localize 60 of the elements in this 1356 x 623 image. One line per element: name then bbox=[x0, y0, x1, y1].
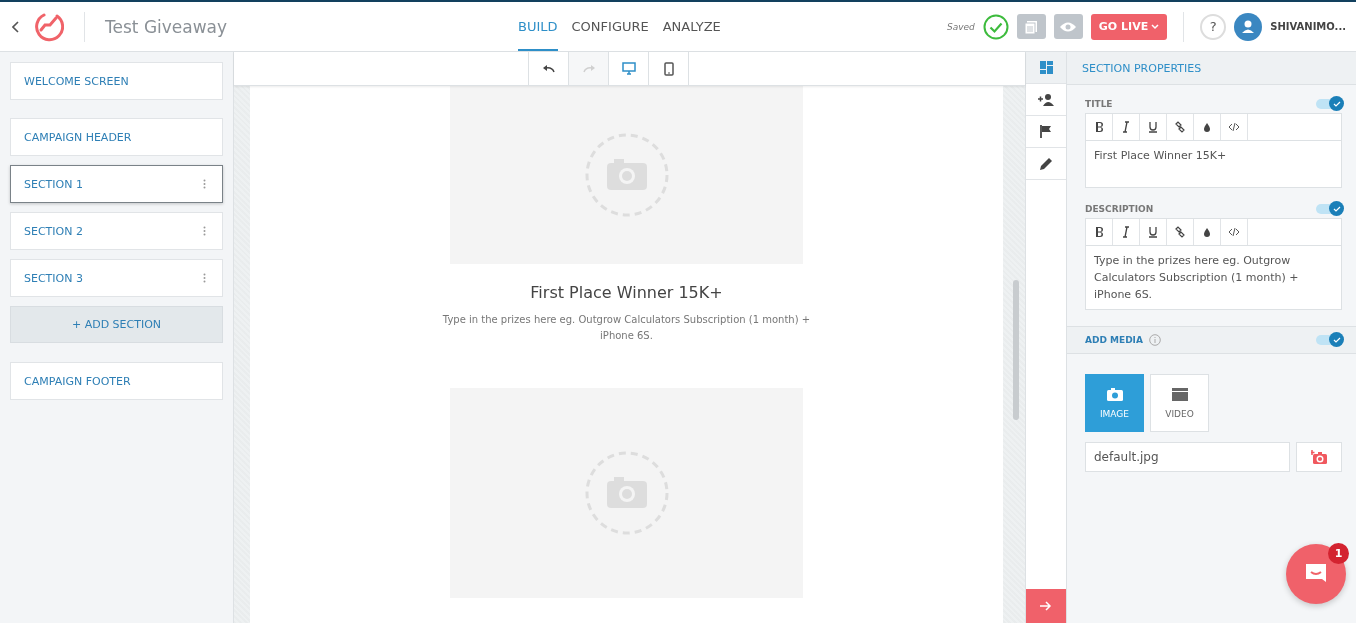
camera-icon bbox=[1106, 387, 1123, 401]
prize-title: First Place Winner 15K+ bbox=[530, 283, 723, 302]
eye-icon bbox=[1060, 21, 1077, 32]
sidebar-item[interactable]: CAMPAIGN FOOTER bbox=[10, 362, 223, 400]
arrow-icon bbox=[1040, 601, 1052, 611]
check-icon bbox=[982, 13, 1009, 40]
go-live-button[interactable]: GO LIVE bbox=[1090, 13, 1168, 40]
pages-icon bbox=[1024, 19, 1039, 34]
panel-heading: SECTION PROPERTIES bbox=[1067, 52, 1356, 85]
help-button[interactable]: ? bbox=[1200, 13, 1227, 40]
sidebar-item[interactable]: CAMPAIGN HEADER bbox=[10, 118, 223, 156]
campaign-title: Test Giveaway bbox=[105, 16, 228, 37]
editor-text: Type in the prizes here eg. Outgrow Calculators Subscription (1 month) + iPhone 6S. bbox=[1093, 253, 1300, 303]
sidebar-item-label: CAMPAIGN FOOTER bbox=[24, 374, 131, 388]
rich-text-editor[interactable]: First Place Winner 15K+ bbox=[1085, 113, 1342, 188]
rich-text-editor[interactable]: Type in the prizes here eg. Outgrow Calculators Subscription (1 month) + iPhone 6S. bbox=[1085, 218, 1342, 310]
nav-tab[interactable]: ANALYZE bbox=[662, 2, 721, 51]
add-photo-icon bbox=[1311, 450, 1327, 464]
sidebar-item[interactable]: SECTION 1 bbox=[10, 165, 223, 203]
toggle-switch[interactable] bbox=[1316, 335, 1342, 345]
nav-tab[interactable]: CONFIGURE bbox=[571, 2, 649, 51]
file-name-field[interactable]: default.jpg bbox=[1085, 442, 1290, 472]
media-tab-label: VIDEO bbox=[1165, 408, 1194, 419]
field-label: TITLE bbox=[1085, 99, 1113, 109]
sidebar-item[interactable]: WELCOME SCREEN bbox=[10, 62, 223, 100]
monitor-icon bbox=[621, 62, 636, 75]
media-tab[interactable]: VIDEO bbox=[1150, 374, 1209, 432]
sidebar-item[interactable]: SECTION 2 bbox=[10, 212, 223, 250]
sidebar-item-label: SECTION 3 bbox=[24, 271, 83, 285]
more-icon[interactable] bbox=[203, 273, 206, 283]
field-label: DESCRIPTION bbox=[1085, 204, 1154, 214]
sidebar-item-label: SECTION 1 bbox=[24, 177, 83, 191]
media-tab[interactable]: IMAGE bbox=[1085, 374, 1144, 432]
clapperboard-icon bbox=[1171, 387, 1188, 401]
add-media-label: ADD MEDIA bbox=[1085, 335, 1143, 345]
prize-description: Type in the prizes here eg. Outgrow Calculators Subscription (1 month) + iPhone 6S. bbox=[441, 313, 812, 343]
toggle-switch[interactable] bbox=[1316, 99, 1342, 109]
user-name[interactable]: SHIVANIMO... bbox=[1270, 21, 1346, 32]
add-photo-button[interactable] bbox=[1296, 442, 1342, 472]
editor-text: First Place Winner 15K+ bbox=[1093, 148, 1228, 164]
back-icon[interactable] bbox=[12, 20, 20, 33]
add-section-button[interactable]: + ADD SECTION bbox=[10, 306, 223, 343]
check-icon bbox=[1332, 100, 1341, 107]
media-tab-label: IMAGE bbox=[1099, 408, 1130, 419]
check-icon bbox=[1332, 205, 1341, 212]
caret-icon bbox=[1151, 23, 1160, 30]
sidebar-item-label: SECTION 2 bbox=[24, 224, 83, 238]
undo-icon bbox=[541, 63, 556, 74]
redo-icon bbox=[581, 63, 596, 74]
sidebar-item-label: WELCOME SCREEN bbox=[24, 74, 129, 88]
more-icon[interactable] bbox=[203, 179, 206, 189]
sidebar-item-label: CAMPAIGN HEADER bbox=[24, 130, 132, 144]
sidebar-item[interactable]: SECTION 3 bbox=[10, 259, 223, 297]
scrollbar[interactable] bbox=[1013, 280, 1019, 420]
phone-icon bbox=[663, 61, 674, 76]
avatar-icon[interactable] bbox=[1234, 12, 1263, 41]
saved-status: Saved bbox=[947, 21, 975, 32]
toggle-switch[interactable] bbox=[1316, 204, 1342, 214]
more-icon[interactable] bbox=[203, 226, 206, 236]
check-icon bbox=[1332, 336, 1341, 343]
